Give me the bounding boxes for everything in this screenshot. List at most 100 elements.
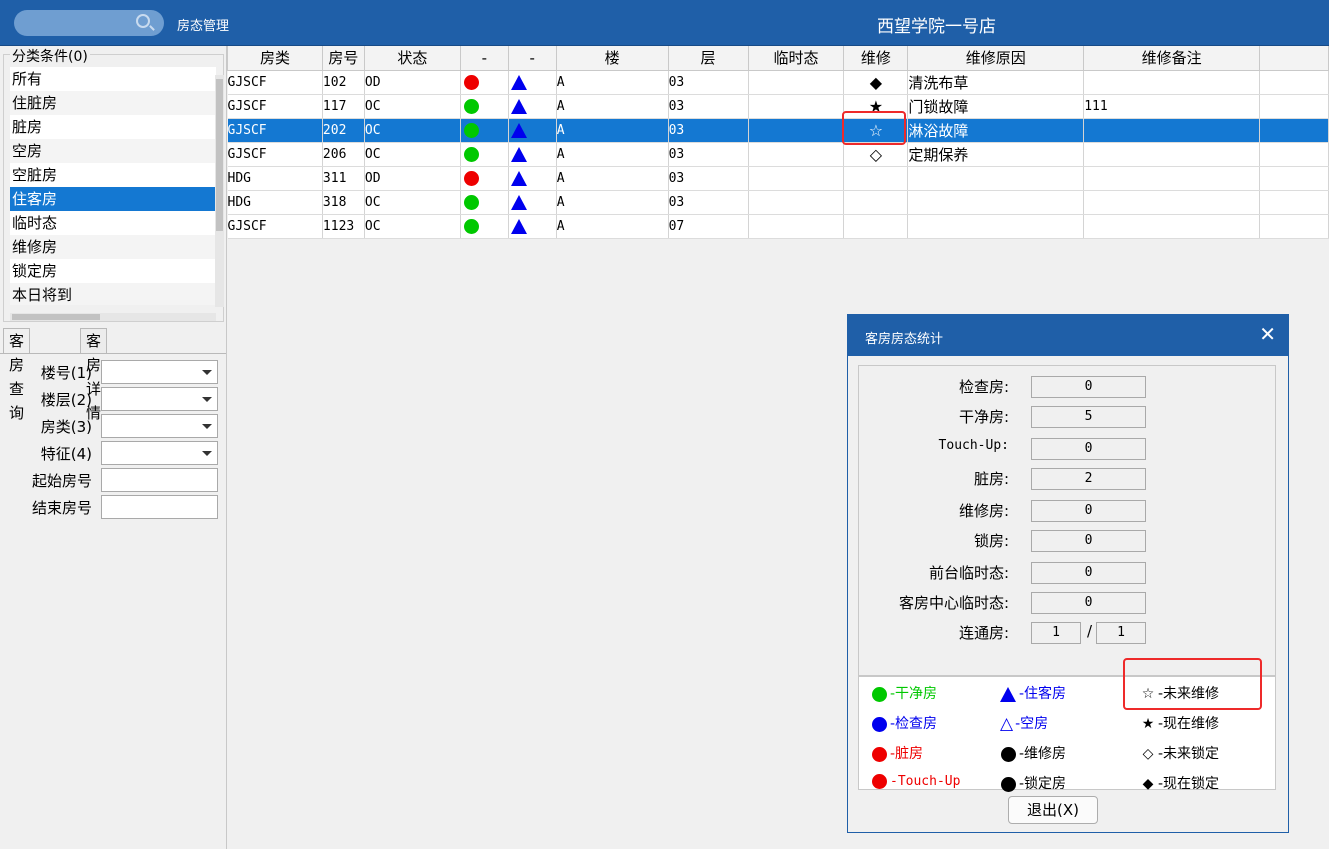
cell-temp[interactable] [748,190,845,215]
cell-floor[interactable]: 03 [668,118,749,143]
cell-maint-note[interactable] [1083,70,1260,95]
cell-triangle[interactable] [508,94,557,119]
cell-extra[interactable] [1259,190,1329,215]
cell-maint-reason[interactable]: 清洗布草 [907,70,1085,95]
cell-triangle[interactable] [508,190,557,215]
cell-temp[interactable] [748,94,845,119]
cell-floor[interactable]: 03 [668,190,749,215]
cell-maint-note[interactable] [1083,142,1260,167]
cell-room-no[interactable]: 102 [322,70,365,95]
chevron-down-icon[interactable] [202,370,212,375]
cell-room-no[interactable]: 202 [322,118,365,143]
category-list[interactable]: 所有 住脏房 脏房 空房 空脏房 住客房 临时态 维修房 锁定房 本日将到 [10,67,216,305]
end-room-input[interactable] [101,495,218,519]
column-header-extra[interactable] [1259,46,1329,71]
cell-temp[interactable] [748,214,845,239]
scroll-thumb[interactable] [216,79,223,231]
cell-room-no[interactable]: 1123 [322,214,365,239]
chevron-down-icon[interactable] [202,451,212,456]
cell-building[interactable]: A [556,118,669,143]
column-header-maint-note[interactable]: 维修备注 [1083,46,1260,71]
room-grid[interactable]: 房类 房号 状态 - - 楼 层 临时态 维修 维修原因 维修备注 GJSCF 1… [227,46,1329,239]
column-header-floor[interactable]: 层 [667,46,749,71]
cell-dot[interactable] [460,94,509,119]
column-header-triangle[interactable]: - [507,46,557,71]
chevron-down-icon[interactable] [202,424,212,429]
scroll-thumb[interactable] [12,314,100,320]
cell-floor[interactable]: 03 [668,166,749,191]
category-vertical-scrollbar[interactable] [215,75,224,307]
cell-room-no[interactable]: 206 [322,142,365,167]
cell-building[interactable]: A [556,214,669,239]
cell-dot[interactable] [460,142,509,167]
cell-floor[interactable]: 03 [668,70,749,95]
close-icon[interactable]: ✕ [1259,322,1276,346]
cell-floor[interactable]: 07 [668,214,749,239]
cell-extra[interactable] [1259,70,1329,95]
category-item-vacant-dirty[interactable]: 空脏房 [10,163,216,187]
cell-extra[interactable] [1259,118,1329,143]
category-item-vacant[interactable]: 空房 [10,139,216,163]
cell-dot[interactable] [460,214,509,239]
table-row[interactable]: GJSCF 202 OC A 03 ☆ 淋浴故障 [227,118,1329,143]
cell-room-no[interactable]: 117 [322,94,365,119]
search-icon[interactable] [136,14,150,28]
cell-maint-reason[interactable] [907,190,1085,215]
category-item-all[interactable]: 所有 [10,67,216,91]
category-item-occupied-dirty[interactable]: 住脏房 [10,91,216,115]
start-room-input[interactable] [101,468,218,492]
cell-maint[interactable] [843,190,909,215]
column-header-temp[interactable]: 临时态 [747,46,845,71]
table-row[interactable]: GJSCF 1123 OC A 07 [227,214,1329,239]
table-row[interactable]: GJSCF 117 OC A 03 ★ 门锁故障 111 [227,94,1329,119]
cell-room-type[interactable]: GJSCF [227,118,323,143]
table-row[interactable]: GJSCF 102 OD A 03 ◆ 清洗布草 [227,70,1329,95]
cell-maint-reason[interactable]: 门锁故障 [907,94,1085,119]
cell-triangle[interactable] [508,70,557,95]
cell-status[interactable]: OD [364,166,461,191]
cell-room-type[interactable]: HDG [227,166,323,191]
cell-temp[interactable] [748,166,845,191]
cell-dot[interactable] [460,118,509,143]
chevron-down-icon[interactable] [202,397,212,402]
cell-dot[interactable] [460,70,509,95]
cell-maint-reason[interactable] [907,214,1085,239]
cell-status[interactable]: OC [364,214,461,239]
cell-maint[interactable] [843,214,909,239]
category-item-dirty[interactable]: 脏房 [10,115,216,139]
cell-status[interactable]: OD [364,70,461,95]
cell-building[interactable]: A [556,142,669,167]
cell-floor[interactable]: 03 [668,94,749,119]
cell-maint-note[interactable] [1083,118,1260,143]
cell-building[interactable]: A [556,70,669,95]
room-type-select[interactable] [101,414,218,438]
cell-triangle[interactable] [508,166,557,191]
tab-room-details[interactable]: 客房详情 [80,328,108,422]
column-header-status[interactable]: 状态 [363,46,461,71]
category-item-maintenance[interactable]: 维修房 [10,235,216,259]
cell-extra[interactable] [1259,94,1329,119]
column-header-building[interactable]: 楼 [555,46,669,71]
cell-triangle[interactable] [508,214,557,239]
cell-maint-note[interactable]: 111 [1083,94,1260,119]
cell-maint[interactable]: ◆ [843,70,909,95]
cell-maint-note[interactable] [1083,190,1260,215]
cell-maint[interactable] [843,166,909,191]
table-row[interactable]: GJSCF 206 OC A 03 ◇ 定期保养 [227,142,1329,167]
cell-building[interactable]: A [556,190,669,215]
category-horizontal-scrollbar[interactable] [10,313,216,321]
cell-extra[interactable] [1259,214,1329,239]
search-box[interactable] [14,10,164,36]
cell-building[interactable]: A [556,94,669,119]
cell-floor[interactable]: 03 [668,142,749,167]
cell-room-no[interactable]: 318 [322,190,365,215]
cell-status[interactable]: OC [364,142,461,167]
column-header-room-no[interactable]: 房号 [321,46,365,71]
exit-button[interactable]: 退出(X) [1008,796,1098,824]
cell-status[interactable]: OC [364,190,461,215]
feature-select[interactable] [101,441,218,465]
table-row[interactable]: HDG 318 OC A 03 [227,190,1329,215]
cell-maint-note[interactable] [1083,166,1260,191]
cell-dot[interactable] [460,166,509,191]
cell-room-type[interactable]: GJSCF [227,142,323,167]
